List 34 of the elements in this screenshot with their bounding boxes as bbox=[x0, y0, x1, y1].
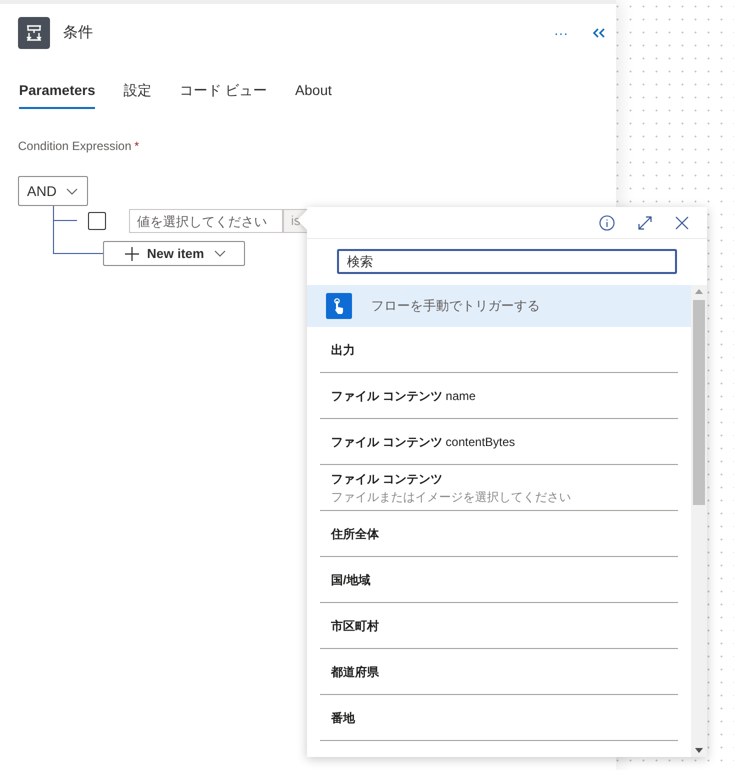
list-item[interactable]: ファイル コンテンツ contentBytes bbox=[320, 419, 678, 465]
list-item[interactable]: フローを手動でトリガーする bbox=[307, 285, 691, 327]
list-item[interactable]: 市区町村 bbox=[320, 603, 678, 649]
value-field[interactable]: 値を選択してください bbox=[129, 209, 283, 233]
tab[interactable]: コード ビュー bbox=[179, 80, 268, 109]
chevron-icon bbox=[66, 188, 78, 194]
chevron-icon bbox=[214, 250, 226, 257]
field-label: Condition Expression bbox=[18, 139, 132, 153]
close-icon[interactable] bbox=[675, 216, 689, 230]
list-item[interactable]: 出力 bbox=[320, 327, 678, 373]
list-item[interactable]: 国/地域 bbox=[320, 557, 678, 603]
required-mark: * bbox=[134, 139, 140, 153]
collapse-icon[interactable] bbox=[592, 27, 606, 39]
list-item[interactable]: ファイル コンテンツ ファイルまたはイメージを選択してください bbox=[320, 465, 678, 511]
condition-icon bbox=[18, 17, 50, 49]
checkbox[interactable] bbox=[88, 212, 106, 230]
list-item[interactable]: 都道府県 bbox=[320, 649, 678, 695]
expand-icon[interactable] bbox=[637, 214, 653, 230]
info-icon[interactable] bbox=[599, 214, 615, 230]
plus-icon bbox=[124, 246, 140, 262]
touch-icon bbox=[326, 293, 352, 319]
scrollbar[interactable] bbox=[691, 285, 707, 757]
tab[interactable]: 設定 bbox=[123, 80, 152, 109]
new-item-button[interactable]: New item bbox=[103, 241, 245, 266]
list-item[interactable]: 番地 bbox=[320, 695, 678, 741]
list-item[interactable]: ファイル コンテンツ name bbox=[320, 373, 678, 419]
group-dropdown[interactable]: AND bbox=[18, 176, 88, 206]
scroll-down-icon[interactable] bbox=[695, 748, 703, 753]
search-field[interactable]: 検索 bbox=[337, 249, 677, 274]
list-item[interactable]: 住所全体 bbox=[320, 511, 678, 557]
panel-title: 条件 bbox=[63, 22, 93, 43]
tab[interactable]: About bbox=[295, 80, 332, 109]
tab[interactable]: Parameters bbox=[19, 80, 96, 109]
more-button[interactable]: ··· bbox=[548, 22, 574, 44]
